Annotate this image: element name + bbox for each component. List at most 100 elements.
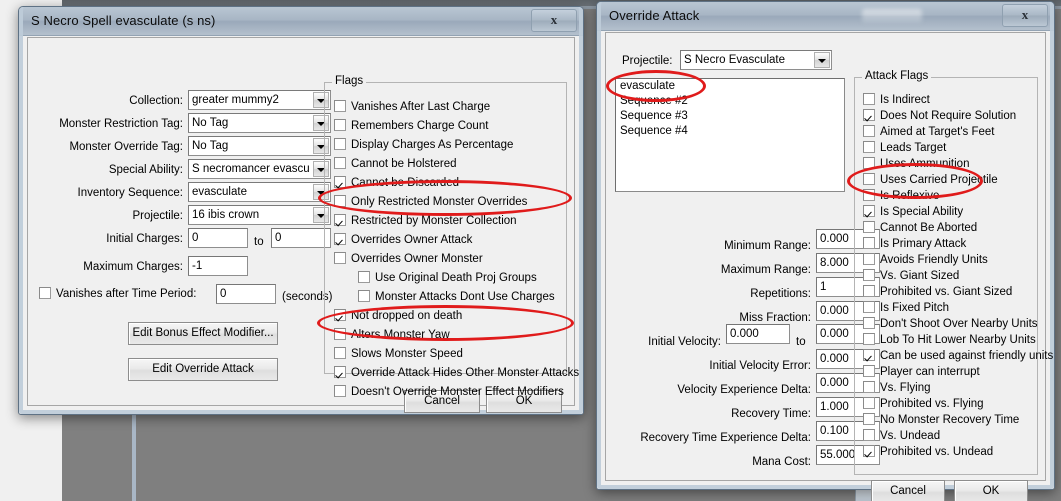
attack-flag-cannot-be-aborted[interactable]: Cannot Be Aborted	[863, 221, 977, 235]
attack-flag-can-be-used-against-friendly-units[interactable]: Can be used against friendly units	[863, 349, 1053, 363]
checkbox-box	[334, 233, 346, 245]
attack-flag-uses-ammunition[interactable]: Uses Ammunition	[863, 157, 969, 171]
initial-charges-from-input[interactable]: 0	[188, 228, 248, 248]
flag-label: Vanishes After Last Charge	[351, 101, 491, 113]
checkbox-box	[863, 189, 875, 201]
monster-override-tag-combo[interactable]: No Tag	[188, 136, 331, 156]
checkbox-box	[863, 445, 875, 457]
list-item[interactable]: Sequence #4	[616, 124, 844, 139]
flag-slows-monster-speed[interactable]: Slows Monster Speed	[334, 347, 463, 361]
spell-dialog-titlebar[interactable]: S Necro Spell evasculate (s ns) x	[19, 7, 583, 36]
attack-flag-lob-to-hit-lower-nearby-units[interactable]: Lob To Hit Lower Nearby Units	[863, 333, 1036, 347]
attack-flag-is-special-ability[interactable]: Is Special Ability	[863, 205, 963, 219]
flag-use-original-death-proj-groups[interactable]: Use Original Death Proj Groups	[358, 271, 537, 285]
override-attack-dialog: Override Attack x Projectile: S Necro Ev…	[596, 1, 1055, 501]
label-recovery-time: Recovery Time:	[731, 408, 811, 420]
flag-cannot-be-holstered[interactable]: Cannot be Holstered	[334, 157, 456, 171]
label-special-ability: Special Ability:	[108, 164, 183, 176]
flag-alters-monster-yaw[interactable]: Alters Monster Yaw	[334, 328, 450, 342]
flag-label: Display Charges As Percentage	[351, 139, 514, 151]
flag-doesnt-override-monster-effect-modifiers[interactable]: Doesn't Override Monster Effect Modifier…	[334, 385, 564, 399]
label-monster-restriction-tag: Monster Restriction Tag:	[59, 118, 183, 130]
attack-flag-uses-carried-projectile[interactable]: Uses Carried Projectile	[863, 173, 998, 187]
flag-display-charges-as-percentage[interactable]: Display Charges As Percentage	[334, 138, 513, 152]
attack-flag-vs-giant-sized[interactable]: Vs. Giant Sized	[863, 269, 959, 283]
flag-override-attack-hides-other-monster-attacks[interactable]: Override Attack Hides Other Monster Atta…	[334, 366, 579, 380]
list-item[interactable]: Sequence #3	[616, 109, 844, 124]
checkbox-box	[334, 347, 346, 359]
maximum-charges-input[interactable]: -1	[188, 256, 248, 276]
close-icon[interactable]: x	[1002, 4, 1048, 27]
initial-charges-to-input[interactable]: 0	[271, 228, 331, 248]
attack-flag-dont-shoot-over-nearby-units[interactable]: Don't Shoot Over Nearby Units	[863, 317, 1038, 331]
flag-label: Can be used against friendly units	[880, 350, 1054, 362]
label-maximum-charges: Maximum Charges:	[83, 261, 183, 273]
flag-overrides-owner-attack[interactable]: Overrides Owner Attack	[334, 233, 472, 247]
flag-restricted-by-monster-collection[interactable]: Restricted by Monster Collection	[334, 214, 517, 228]
attack-flag-is-reflexive[interactable]: Is Reflexive	[863, 189, 939, 203]
attack-flag-aimed-at-targets-feet[interactable]: Aimed at Target's Feet	[863, 125, 994, 139]
flag-label: Is Primary Attack	[880, 238, 967, 250]
checkbox-box	[334, 328, 346, 340]
edit-override-attack-button[interactable]: Edit Override Attack	[128, 358, 278, 381]
attack-flag-prohibited-vs-flying[interactable]: Prohibited vs. Flying	[863, 397, 984, 411]
checkbox-box	[358, 271, 370, 283]
flag-not-dropped-on-death[interactable]: Not dropped on death	[334, 309, 462, 323]
checkbox-box	[863, 109, 875, 121]
attack-flag-vs-undead[interactable]: Vs. Undead	[863, 429, 940, 443]
chevron-down-icon[interactable]	[814, 52, 830, 68]
edit-bonus-effect-modifier-button[interactable]: Edit Bonus Effect Modifier...	[128, 322, 278, 345]
flag-vanishes-after-last-charge[interactable]: Vanishes After Last Charge	[334, 100, 490, 114]
attack-dialog-titlebar[interactable]: Override Attack x	[597, 2, 1054, 31]
vanishes-after-time-checkbox[interactable]: Vanishes after Time Period:	[39, 287, 196, 301]
flag-label: Override Attack Hides Other Monster Atta…	[351, 367, 580, 379]
flags-group: Flags Vanishes After Last Charge Remembe…	[324, 75, 579, 398]
attack-flag-prohibited-vs-giant-sized[interactable]: Prohibited vs. Giant Sized	[863, 285, 1012, 299]
spell-dialog-client: Collection: greater mummy2 Monster Restr…	[27, 37, 579, 413]
titlebar-artifact	[862, 9, 922, 23]
list-item[interactable]: Sequence #2	[616, 94, 844, 109]
monster-restriction-tag-combo[interactable]: No Tag	[188, 113, 331, 133]
attack-flag-leads-target[interactable]: Leads Target	[863, 141, 946, 155]
monster-override-tag-value: No Tag	[192, 140, 229, 152]
spell-dialog: S Necro Spell evasculate (s ns) x Collec…	[18, 6, 584, 415]
projectile-combo[interactable]: 16 ibis crown	[188, 205, 331, 225]
attack-flag-prohibited-vs-undead[interactable]: Prohibited vs. Undead	[863, 445, 993, 459]
attack-flag-is-fixed-pitch[interactable]: Is Fixed Pitch	[863, 301, 949, 315]
initial-velocity-from-input[interactable]: 0.000	[726, 324, 790, 344]
attack-flag-vs-flying[interactable]: Vs. Flying	[863, 381, 931, 395]
flag-overrides-owner-monster[interactable]: Overrides Owner Monster	[334, 252, 483, 266]
label-collection: Collection:	[129, 95, 183, 107]
special-ability-combo[interactable]: S necromancer evascula	[188, 159, 331, 179]
sequence-listbox[interactable]: evasculate Sequence #2 Sequence #3 Seque…	[615, 78, 845, 192]
label-miss-fraction: Miss Fraction:	[739, 312, 811, 324]
label-projectile: Projectile:	[132, 210, 184, 222]
flag-label: Vs. Flying	[880, 382, 931, 394]
attack-ok-button[interactable]: OK	[954, 480, 1028, 501]
list-item[interactable]: evasculate	[616, 79, 844, 94]
attack-projectile-combo[interactable]: S Necro Evasculate	[680, 50, 832, 70]
checkbox-box	[863, 413, 875, 425]
collection-combo[interactable]: greater mummy2	[188, 90, 331, 110]
flag-only-restricted-monster-overrides[interactable]: Only Restricted Monster Overrides	[334, 195, 527, 209]
attack-flag-player-can-interrupt[interactable]: Player can interrupt	[863, 365, 980, 379]
flag-monster-attacks-dont-use-charges[interactable]: Monster Attacks Dont Use Charges	[358, 290, 555, 304]
close-icon[interactable]: x	[531, 9, 577, 32]
checkbox-box	[358, 290, 370, 302]
attack-flag-does-not-require-solution[interactable]: Does Not Require Solution	[863, 109, 1016, 123]
attack-flag-is-primary-attack[interactable]: Is Primary Attack	[863, 237, 966, 251]
flag-cannot-be-discarded[interactable]: Cannot be Discarded	[334, 176, 459, 190]
attack-cancel-button[interactable]: Cancel	[871, 480, 945, 501]
spell-dialog-title: S Necro Spell evasculate (s ns)	[31, 13, 216, 28]
flag-label: Vs. Undead	[880, 430, 941, 442]
flag-label: Only Restricted Monster Overrides	[351, 196, 528, 208]
label-attack-projectile: Projectile:	[622, 55, 673, 67]
attack-flag-avoids-friendly-units[interactable]: Avoids Friendly Units	[863, 253, 988, 267]
flag-remembers-charge-count[interactable]: Remembers Charge Count	[334, 119, 488, 133]
inventory-sequence-combo[interactable]: evasculate	[188, 182, 331, 202]
vanishes-after-time-input[interactable]: 0	[216, 284, 276, 304]
label-maximum-range: Maximum Range:	[720, 264, 811, 276]
attack-flag-is-indirect[interactable]: Is Indirect	[863, 93, 930, 107]
attack-flag-no-monster-recovery-time[interactable]: No Monster Recovery Time	[863, 413, 1019, 427]
flag-label: Vs. Giant Sized	[880, 270, 960, 282]
